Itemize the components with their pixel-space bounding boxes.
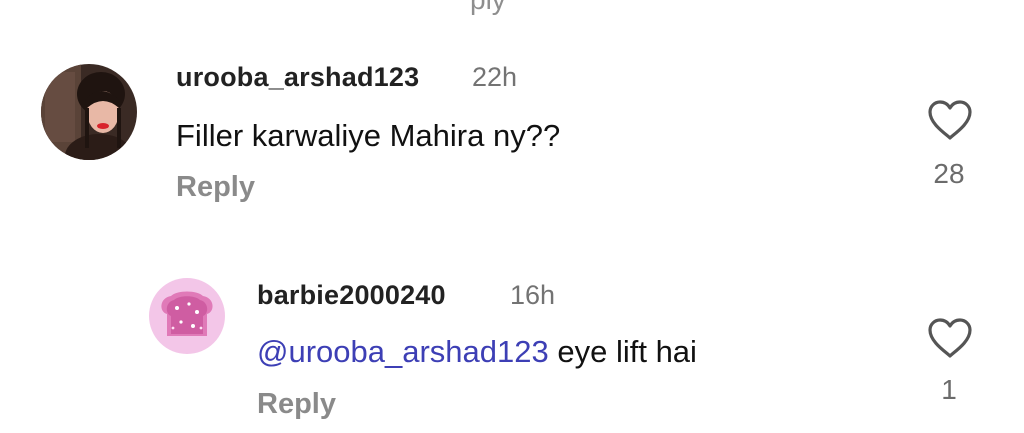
heart-outline-icon[interactable] [927,317,973,359]
mention-link[interactable]: @urooba_arshad123 [257,334,549,369]
reply-button[interactable]: Reply [257,388,336,421]
reply-button[interactable]: Reply [176,171,255,204]
like-count: 28 [933,158,965,189]
user-photo-avatar [41,64,137,160]
sparkly-bread-avatar [149,278,225,354]
reply-text: @urooba_arshad123 eye lift hai [257,334,697,370]
comment-timestamp: 22h [472,62,518,92]
comment-text: Filler karwaliye Mahira ny?? [176,118,561,153]
heart-outline-icon[interactable] [927,99,973,141]
comment-username[interactable]: urooba_arshad123 [176,62,419,93]
reply-timestamp: 16h [510,280,556,310]
reply-username[interactable]: barbie2000240 [257,280,446,311]
previous-reply-link-fragment[interactable]: ply [470,0,506,14]
reply-body: eye lift hai [548,334,697,369]
like-count: 1 [941,374,957,405]
commenter-avatar[interactable] [41,64,137,160]
reply-avatar[interactable] [149,278,225,354]
